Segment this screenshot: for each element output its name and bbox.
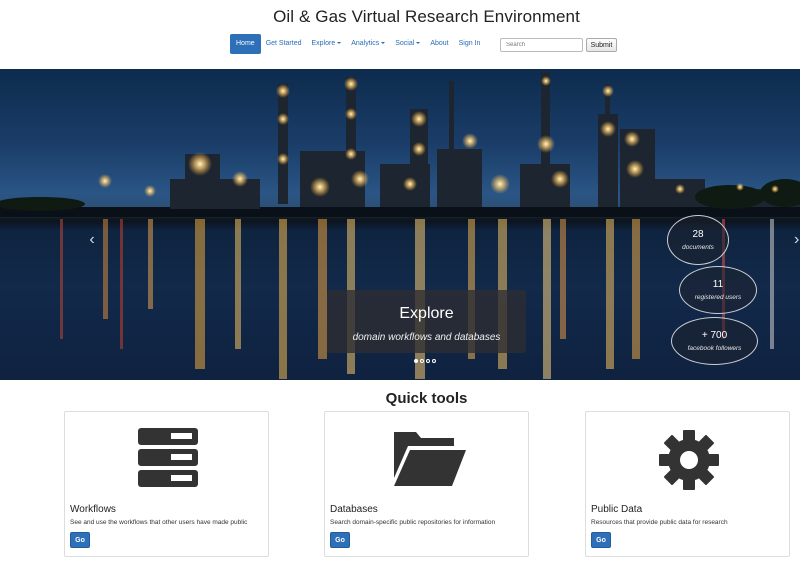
carousel-indicator[interactable] (420, 359, 424, 363)
hero-carousel: ‹ › Explore domain workflows and databas… (0, 69, 800, 380)
server-stack-icon (65, 422, 270, 492)
tool-description: Search domain-specific public repositori… (330, 519, 496, 526)
stat-value: 11 (712, 279, 724, 290)
stat-label: facebook followers (687, 345, 742, 352)
hero-caption-title: Explore (399, 305, 454, 322)
nav-analytics[interactable]: Analytics (346, 34, 390, 54)
gear-icon (586, 422, 791, 492)
caret-down-icon (337, 42, 342, 45)
folder-open-icon (325, 422, 530, 492)
tool-title: Databases (330, 504, 378, 515)
nav-analytics-label: Analytics (351, 40, 380, 47)
carousel-indicator[interactable] (432, 359, 436, 363)
tool-description: See and use the workflows that other use… (70, 519, 248, 526)
nav-explore-label: Explore (311, 40, 336, 47)
nav-get-started[interactable]: Get Started (261, 34, 307, 54)
hero-caption-subtitle: domain workflows and databases (352, 332, 501, 343)
search-input[interactable] (500, 38, 583, 52)
tool-title: Workflows (70, 504, 116, 515)
site-title: Oil & Gas Virtual Research Environment (273, 7, 580, 26)
hero-caption: Explore domain workflows and databases (327, 290, 526, 353)
nav-home[interactable]: Home (230, 34, 261, 54)
carousel-indicator[interactable] (414, 359, 418, 363)
stat-registered-users: 11 registered users (679, 266, 757, 314)
carousel-next-icon[interactable]: › (794, 232, 800, 248)
tool-title: Public Data (591, 504, 643, 515)
stat-label: documents (682, 244, 714, 251)
stat-documents: 28 documents (667, 215, 729, 265)
tool-description: Resources that provide public data for r… (591, 519, 728, 526)
stat-value: + 700 (701, 330, 728, 341)
carousel-indicator[interactable] (426, 359, 430, 363)
caret-down-icon (416, 42, 421, 45)
caret-down-icon (381, 42, 386, 45)
nav-sign-in[interactable]: Sign In (454, 34, 486, 54)
main-nav: Home Get Started Explore Analytics Socia… (230, 34, 485, 54)
carousel-prev-icon[interactable]: ‹ (86, 232, 98, 248)
nav-social-label: Social (395, 40, 415, 47)
workflows-go-button[interactable]: Go (70, 532, 90, 548)
nav-social[interactable]: Social (390, 34, 425, 54)
databases-go-button[interactable]: Go (330, 532, 350, 548)
stat-facebook-followers: + 700 facebook followers (671, 317, 758, 365)
carousel-indicators (414, 359, 436, 363)
tool-card-public-data: Public Data Resources that provide publi… (585, 411, 790, 557)
nav-about[interactable]: About (425, 34, 453, 54)
tool-card-databases: Databases Search domain-specific public … (324, 411, 529, 557)
stat-value: 28 (692, 229, 704, 240)
nav-explore[interactable]: Explore (306, 34, 346, 54)
public-data-go-button[interactable]: Go (591, 532, 611, 548)
search-submit-button[interactable]: Submit (586, 38, 617, 52)
tool-card-workflows: Workflows See and use the workflows that… (64, 411, 269, 557)
stat-label: registered users (694, 294, 742, 301)
quick-tools-title: Quick tools (385, 390, 468, 407)
